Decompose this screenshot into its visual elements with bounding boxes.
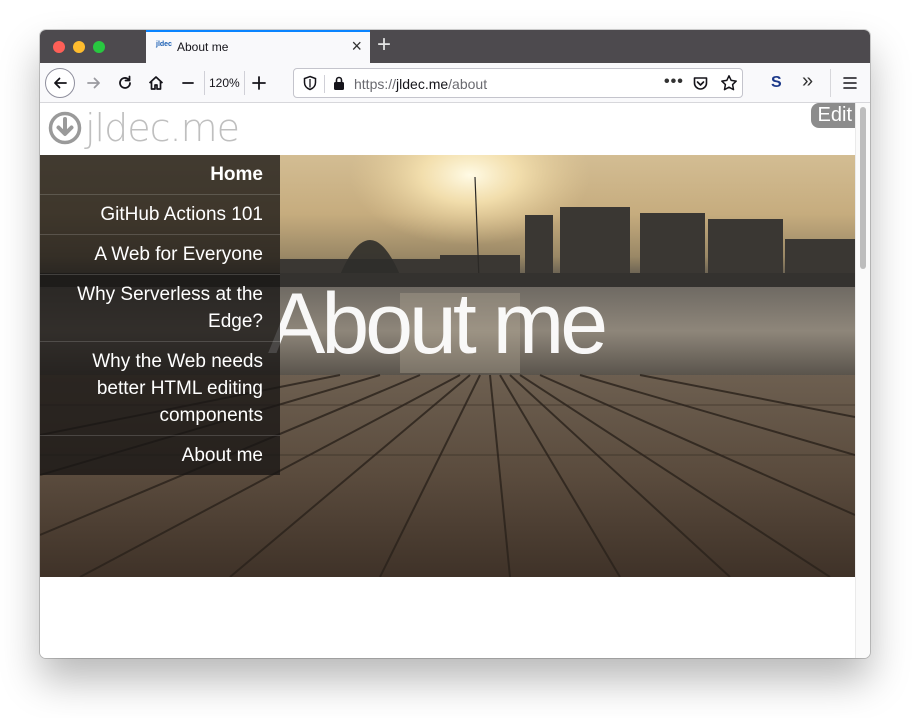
minus-icon	[182, 82, 194, 84]
toolbar-separator	[830, 69, 831, 97]
url-separator	[324, 75, 325, 93]
pocket-icon[interactable]	[692, 75, 709, 92]
zoom-out-button[interactable]	[174, 69, 202, 97]
hero-title: About me	[268, 276, 608, 372]
nav-item-home[interactable]: Home	[40, 155, 280, 195]
minimize-window-button[interactable]	[73, 41, 85, 53]
nav-item-html-editing[interactable]: Why the Web needs better HTML editing co…	[40, 342, 280, 436]
reload-button[interactable]	[111, 69, 139, 97]
plus-icon	[252, 76, 266, 90]
zoom-window-button[interactable]	[93, 41, 105, 53]
new-tab-button[interactable]: +	[377, 33, 391, 57]
forward-arrow-icon	[87, 77, 100, 89]
download-circle-icon	[48, 111, 82, 145]
url-host: jldec.me	[396, 76, 449, 92]
tab-about-me[interactable]: jldec About me ×	[146, 30, 370, 63]
overflow-chevron-icon[interactable]: »	[802, 70, 813, 93]
close-window-button[interactable]	[53, 41, 65, 53]
url-scheme: https://	[354, 76, 397, 92]
forward-button[interactable]	[80, 69, 108, 97]
home-button[interactable]	[142, 69, 170, 97]
tab-bar: jldec About me × +	[40, 30, 870, 63]
lock-icon[interactable]	[332, 75, 346, 91]
nav-item-about-me[interactable]: About me	[40, 436, 280, 475]
nav-item-why-serverless[interactable]: Why Serverless at the Edge?	[40, 275, 280, 342]
shield-icon[interactable]	[302, 75, 318, 91]
url-text[interactable]: https://jldec.me/about	[354, 76, 487, 92]
zoom-in-button[interactable]	[245, 69, 273, 97]
back-button[interactable]	[45, 68, 75, 98]
url-path: /about	[448, 76, 488, 92]
extension-s-button[interactable]: S	[771, 74, 782, 92]
site-favicon-icon: jldec	[156, 41, 172, 48]
close-tab-icon[interactable]: ×	[351, 37, 362, 55]
hamburger-menu-icon[interactable]	[842, 76, 858, 90]
back-arrow-icon	[54, 77, 67, 89]
address-bar[interactable]: https://jldec.me/about •••	[293, 68, 743, 98]
tab-title: About me	[177, 40, 229, 54]
browser-window: jldec About me × + 120% https://jldec.me…	[40, 30, 870, 658]
nav-item-github-actions-101[interactable]: GitHub Actions 101	[40, 195, 280, 235]
zoom-level[interactable]: 120%	[204, 71, 245, 95]
nav-item-a-web-for-everyone[interactable]: A Web for Everyone	[40, 235, 280, 275]
bookmark-star-icon[interactable]	[720, 74, 738, 92]
reload-icon	[119, 75, 131, 89]
side-navigation: Home GitHub Actions 101 A Web for Everyo…	[40, 155, 280, 475]
edit-button[interactable]: Edit	[810, 103, 855, 128]
logo-text: jldec.me	[85, 106, 240, 150]
scrollbar-thumb[interactable]	[860, 107, 866, 269]
page-actions-icon[interactable]: •••	[664, 73, 684, 91]
vertical-scrollbar[interactable]	[855, 103, 870, 658]
home-icon	[148, 76, 164, 90]
navigation-toolbar: 120% https://jldec.me/about ••• S »	[40, 63, 870, 103]
page-content: jldec.me Edit About me Home GitHub Actio…	[40, 103, 855, 658]
site-logo[interactable]: jldec.me	[48, 106, 240, 150]
